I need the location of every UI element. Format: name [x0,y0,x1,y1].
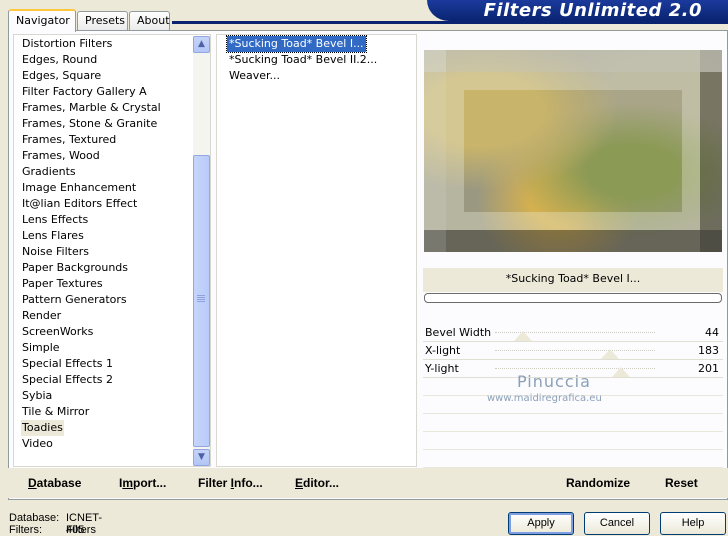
slider-track [495,350,655,351]
import-button[interactable]: Import... [119,476,166,490]
slider-thumb[interactable] [600,349,619,359]
filter-list[interactable]: *Sucking Toad* Bevel I... *Sucking Toad*… [216,34,417,467]
tab-about[interactable]: About [129,11,170,30]
category-item[interactable]: Paper Backgrounds [21,260,129,276]
status-label: Database: [9,512,60,524]
button-label: ditor... [303,476,340,490]
empty-row [423,450,723,468]
category-item[interactable]: Frames, Marble & Crystal [21,100,162,116]
help-button[interactable]: Help [660,512,726,535]
category-item[interactable]: Special Effects 2 [21,372,114,388]
preview-filter-name: *Sucking Toad* Bevel I... [505,272,641,285]
param-label: X-light [425,344,461,357]
category-item[interactable]: It@lian Editors Effect [21,196,138,212]
bevel-bottom [424,230,722,252]
button-label: nfo... [234,476,263,490]
button-label: Filter [198,476,231,490]
filter-item-weaver[interactable]: Weaver... [227,68,282,84]
category-item[interactable]: Tile & Mirror [21,404,90,420]
tab-presets[interactable]: Presets [77,11,128,30]
accel-key: m [122,476,134,490]
bevel-left [424,50,446,252]
editor-button[interactable]: Editor... [295,476,339,490]
watermark-name: Pinuccia [517,372,591,391]
bevel-top [424,50,722,72]
category-item[interactable]: Frames, Wood [21,148,101,164]
status-database: Database: ICNET-Filters [9,512,102,536]
category-item[interactable]: Edges, Square [21,68,102,84]
panel-border [8,30,728,31]
bevel-inner-frame [446,72,700,230]
progress-bar [424,293,722,303]
bevel-right [700,50,722,252]
category-item[interactable]: Simple [21,340,61,356]
category-list[interactable]: Distortion Filters Edges, Round Edges, Squ… [13,34,211,467]
param-value: 201 [698,362,719,375]
category-item[interactable]: Paper Textures [21,276,104,292]
category-item[interactable]: Render [21,308,62,324]
scroll-up-button[interactable]: ▲ [193,36,210,53]
category-item[interactable]: Image Enhancement [21,180,137,196]
category-item[interactable]: Noise Filters [21,244,90,260]
apply-button[interactable]: Apply [508,512,574,535]
chevron-down-icon: ▼ [198,452,205,462]
filter-item-bevel-2[interactable]: *Sucking Toad* Bevel II.2... [227,52,379,68]
category-item[interactable]: Toadies [21,420,64,436]
slider-thumb[interactable] [513,331,532,341]
filter-item-bevel-1[interactable]: *Sucking Toad* Bevel I... [226,35,367,53]
cancel-button[interactable]: Cancel [584,512,650,535]
category-item[interactable]: Lens Effects [21,212,89,228]
category-item[interactable]: Frames, Stone & Granite [21,116,158,132]
category-item[interactable]: Edges, Round [21,52,98,68]
category-item[interactable]: Pattern Generators [21,292,128,308]
database-button[interactable]: Database [28,476,81,490]
accel-key: E [295,476,304,490]
param-label: Bevel Width [425,326,492,339]
empty-param-rows [423,378,723,468]
grip-icon [197,295,205,303]
category-item[interactable]: Filter Factory Gallery A [21,84,148,100]
accel-key: D [28,476,37,490]
category-item[interactable]: Sybia [21,388,53,404]
scroll-down-button[interactable]: ▼ [193,449,210,466]
tab-navigator[interactable]: Navigator [8,9,76,32]
category-item[interactable]: Distortion Filters [21,36,113,52]
banner-underline [172,21,728,24]
status-value: 405 [66,524,85,536]
reset-button[interactable]: Reset [665,476,698,490]
title-banner: Filters Unlimited 2.0 [427,0,728,21]
param-label: Y-light [425,362,459,375]
status-label: Filters: [9,524,42,536]
category-item[interactable]: Frames, Textured [21,132,117,148]
param-bevel-width[interactable]: Bevel Width 44 [423,324,723,342]
empty-row [423,414,723,432]
status-filters: Filters: 405 [9,524,84,536]
slider-track [495,368,655,369]
category-item[interactable]: Lens Flares [21,228,85,244]
category-item[interactable]: Gradients [21,164,77,180]
randomize-button[interactable]: Randomize [566,476,630,490]
category-item[interactable]: Video [21,436,54,452]
slider-thumb[interactable] [612,367,631,377]
parameter-panel: Bevel Width 44 X-light 183 Y-light 201 [423,324,723,378]
watermark-url: www.maidiregrafica.eu [487,393,602,404]
button-label: atabase [36,476,82,490]
filter-info-button[interactable]: Filter Info... [198,476,263,490]
preview-image [424,50,722,252]
param-x-light[interactable]: X-light 183 [423,342,723,360]
param-value: 44 [705,326,719,339]
empty-row [423,432,723,450]
button-label: port... [133,476,167,490]
app-title: Filters Unlimited 2.0 [483,0,702,21]
category-scrollbar[interactable]: ▲ ▼ [193,36,210,466]
category-item[interactable]: ScreenWorks [21,324,94,340]
param-value: 183 [698,344,719,357]
chevron-up-icon: ▲ [198,39,205,49]
category-item[interactable]: Special Effects 1 [21,356,114,372]
